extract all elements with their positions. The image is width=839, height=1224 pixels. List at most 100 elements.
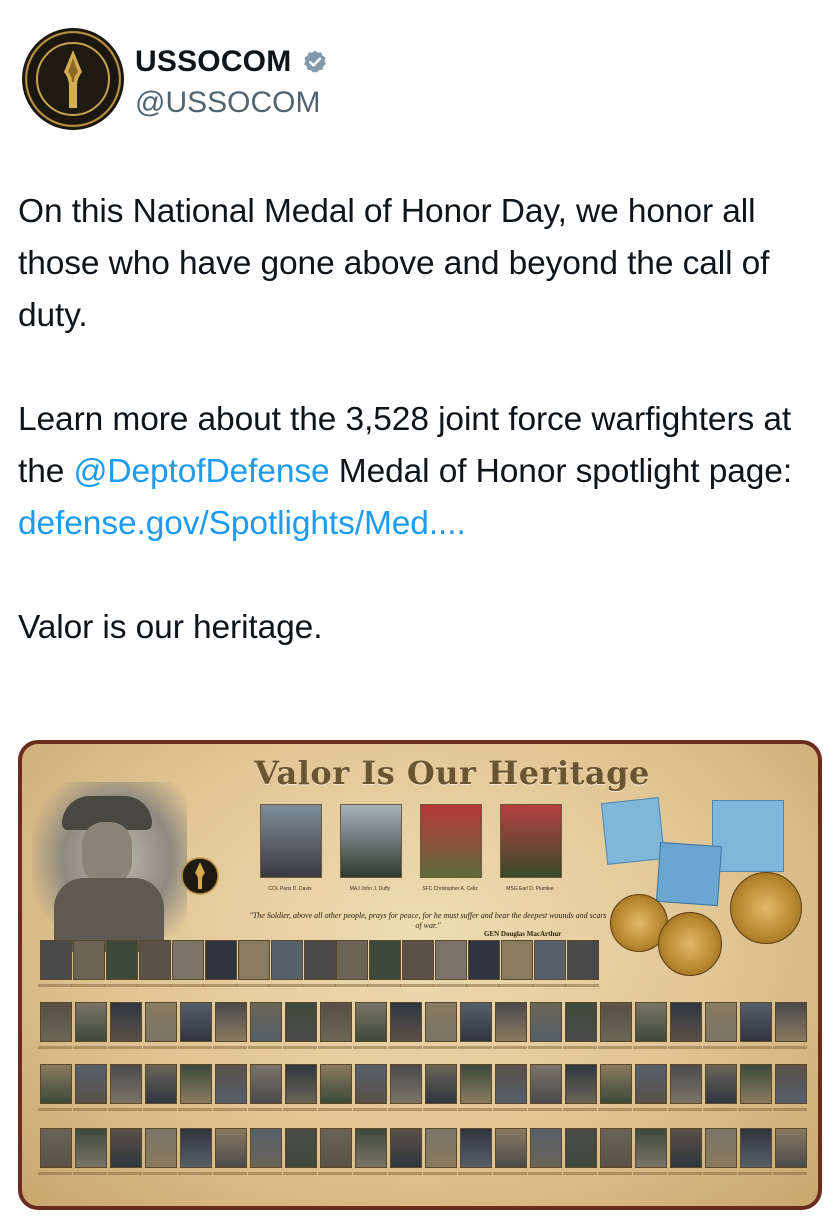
featured-caption: COL Paris D. Davis <box>268 886 312 892</box>
recipient-caption-plaque <box>633 1108 667 1111</box>
recipient-caption-plaque <box>248 1172 282 1175</box>
recipient-caption-plaque <box>108 1172 142 1175</box>
recipient-caption-plaque <box>563 1172 597 1175</box>
recipient-caption-plaque <box>493 1108 527 1111</box>
recipient-caption-plaque <box>598 1108 632 1111</box>
recipient-portrait <box>215 1128 247 1168</box>
recipient-portrait <box>250 1128 282 1168</box>
recipient-caption-plaque <box>773 1046 807 1049</box>
recipient-portrait <box>705 1064 737 1104</box>
recipient-caption-plaque <box>73 1172 107 1175</box>
recipient-caption-plaque <box>73 1046 107 1049</box>
recipient-caption-plaque <box>318 1172 352 1175</box>
recipient-portrait <box>600 1002 632 1042</box>
recipient-caption-plaque <box>170 984 204 987</box>
recipient-portrait <box>390 1064 422 1104</box>
recipient-portrait <box>336 940 368 980</box>
recipient-portrait <box>435 940 467 980</box>
recipient-portrait <box>250 1064 282 1104</box>
recipient-portrait <box>238 940 270 980</box>
recipient-caption-plaque <box>38 984 72 987</box>
recipient-caption-plaque <box>283 1172 317 1175</box>
recipient-caption-plaque <box>738 1172 772 1175</box>
recipient-portrait <box>369 940 401 980</box>
recipient-portrait <box>402 940 434 980</box>
recipient-portrait <box>530 1064 562 1104</box>
recipient-portrait <box>740 1128 772 1168</box>
recipient-portrait <box>320 1064 352 1104</box>
recipient-caption-plaque <box>493 1046 527 1049</box>
display-name[interactable]: USSOCOM <box>135 44 291 80</box>
recipient-portrait <box>460 1002 492 1042</box>
recipient-caption-plaque <box>493 1172 527 1175</box>
recipient-caption-plaque <box>400 984 434 987</box>
tweet-text: On this National Medal of Honor Day, we … <box>18 186 826 706</box>
recipient-caption-plaque <box>71 984 105 987</box>
recipient-portrait <box>565 1002 597 1042</box>
recipient-caption-plaque <box>738 1046 772 1049</box>
recipient-caption-plaque <box>248 1046 282 1049</box>
recipient-portrait <box>565 1128 597 1168</box>
recipient-caption-plaque <box>104 984 138 987</box>
recipient-portrait <box>304 940 336 980</box>
featured-caption: MSG Earl D. Plumlee <box>506 886 554 892</box>
recipient-caption-plaque <box>353 1046 387 1049</box>
recipient-caption-plaque <box>773 1172 807 1175</box>
featured-caption: SFC Christopher A. Celiz <box>422 886 478 892</box>
recipient-caption-plaque <box>367 984 401 987</box>
recipient-caption-plaque <box>213 1108 247 1111</box>
recipient-portrait <box>285 1064 317 1104</box>
tweet-paragraph-2: Learn more about the 3,528 joint force w… <box>18 394 826 550</box>
featured-caption: MAJ John J. Duffy <box>349 886 391 892</box>
recipient-portrait <box>75 1128 107 1168</box>
recipient-portrait <box>320 1128 352 1168</box>
recipient-portrait <box>110 1064 142 1104</box>
recipient-caption-plaque <box>334 984 368 987</box>
recipient-caption-plaque <box>388 1172 422 1175</box>
recipient-portrait <box>110 1128 142 1168</box>
recipient-portrait <box>567 940 599 980</box>
recipient-portrait <box>75 1002 107 1042</box>
recipient-caption-plaque <box>532 984 566 987</box>
recipient-portrait <box>565 1064 597 1104</box>
featured-portrait <box>340 804 402 878</box>
recipient-portrait <box>172 940 204 980</box>
recipient-portrait <box>425 1002 457 1042</box>
recipient-caption-plaque <box>143 1108 177 1111</box>
recipient-caption-plaque <box>108 1108 142 1111</box>
recipient-portrait <box>145 1064 177 1104</box>
recipient-caption-plaque <box>703 1108 737 1111</box>
recipient-portrait <box>635 1128 667 1168</box>
recipient-portrait <box>285 1002 317 1042</box>
recipient-caption-plaque <box>528 1172 562 1175</box>
tweet-paragraph-1: On this National Medal of Honor Day, we … <box>18 193 770 334</box>
recipient-caption-plaque <box>423 1172 457 1175</box>
recipient-caption-plaque <box>38 1108 72 1111</box>
recipient-portrait <box>180 1002 212 1042</box>
tweet-media-image[interactable]: Valor Is Our Heritage COL Paris D. Davis… <box>18 740 822 1210</box>
spotlight-link[interactable]: defense.gov/Spotlights/Med.... <box>18 505 466 542</box>
recipient-portrait <box>73 940 105 980</box>
recipient-caption-plaque <box>269 984 303 987</box>
ww1-soldier-portrait <box>32 782 187 952</box>
featured-portrait <box>420 804 482 878</box>
recipient-caption-plaque <box>458 1172 492 1175</box>
recipient-portrait <box>670 1002 702 1042</box>
handle[interactable]: @USSOCOM <box>135 84 328 122</box>
mention-deptofdefense[interactable]: @DeptofDefense <box>73 453 329 490</box>
portrait-row <box>38 1002 810 1049</box>
tweet-paragraph-3: Valor is our heritage. <box>18 609 323 646</box>
recipient-caption-plaque <box>433 984 467 987</box>
recipient-caption-plaque <box>528 1108 562 1111</box>
recipient-caption-plaque <box>248 1108 282 1111</box>
recipient-caption-plaque <box>213 1172 247 1175</box>
recipient-portrait <box>460 1128 492 1168</box>
recipient-caption-plaque <box>178 1108 212 1111</box>
recipient-portrait <box>215 1064 247 1104</box>
ussocom-avatar[interactable] <box>22 28 124 130</box>
portrait-row <box>38 1064 810 1111</box>
recipient-portrait <box>775 1128 807 1168</box>
recipient-caption-plaque <box>458 1108 492 1111</box>
recipient-portrait <box>670 1128 702 1168</box>
recipient-portrait <box>775 1064 807 1104</box>
